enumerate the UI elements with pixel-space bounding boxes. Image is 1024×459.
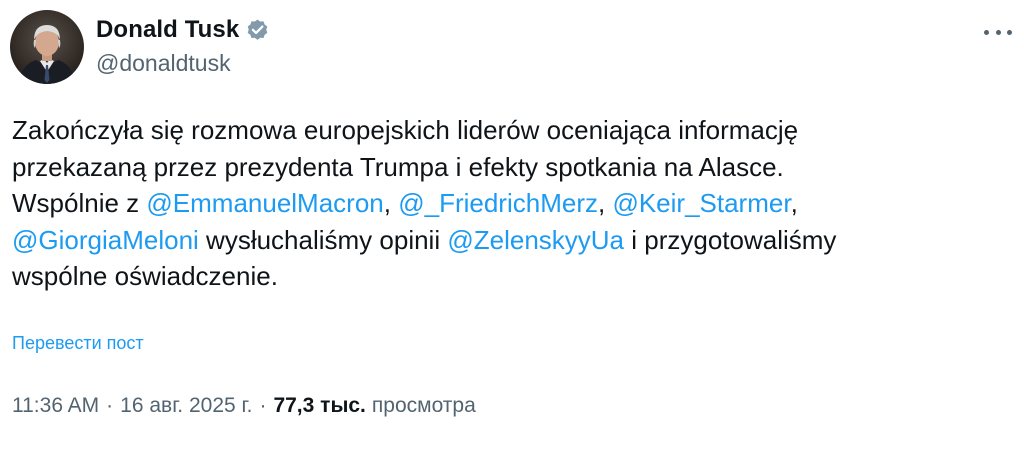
tweet-text-line: przekazaną przez prezydenta Trumpa i efe… [12, 151, 784, 182]
author-display-name[interactable]: Donald Tusk [96, 16, 239, 44]
tweet-text-line: wspólne oświadczenie. [12, 261, 278, 291]
text-fragment: , [383, 188, 399, 218]
views-label: просмотра [371, 394, 476, 417]
author-block: Donald Tusk @donaldtusk [96, 12, 270, 77]
tweet-text-line: Zakończyła się rozmowa europejskich lide… [12, 115, 799, 145]
text-fragment: , [790, 188, 798, 218]
name-row: Donald Tusk [96, 12, 270, 48]
mention-link[interactable]: @Keir_Starmer [612, 188, 790, 218]
author-handle[interactable]: @donaldtusk [96, 50, 270, 77]
tweet-text-line: @GiorgiaMeloni wysłuchaliśmy opinii @Zel… [12, 222, 1012, 259]
tweet-meta: 11:36 AM · 16 авг. 2025 г. · 77,3 тыс. п… [12, 394, 476, 418]
tweet-card: Donald Tusk @donaldtusk Zakończyła się r… [0, 0, 1024, 459]
text-fragment: wysłuchaliśmy opinii [198, 224, 448, 255]
views-count[interactable]: 77,3 тыс. [273, 394, 365, 418]
more-dot [995, 29, 1001, 35]
translate-post-link[interactable]: Перевести пост [12, 333, 144, 354]
verified-badge-icon[interactable] [245, 18, 270, 43]
meta-separator: · [106, 394, 114, 417]
tweet-text: Zakończyła się rozmowa europejskich lide… [12, 112, 1012, 295]
text-fragment: , [597, 188, 613, 218]
meta-separator: · [259, 394, 267, 417]
more-dot [984, 29, 989, 35]
avatar[interactable] [10, 10, 84, 84]
post-date[interactable]: 16 авг. 2025 г. [120, 394, 252, 418]
avatar-portrait-icon [10, 10, 84, 84]
more-options-icon[interactable] [984, 22, 1012, 42]
post-time[interactable]: 11:36 AM [12, 394, 99, 418]
more-dot [1007, 29, 1012, 35]
mention-link[interactable]: @ZelenskyyUa [447, 225, 624, 255]
text-fragment: Wspólnie z [12, 188, 147, 218]
mention-link[interactable]: @GiorgiaMeloni [12, 225, 199, 255]
mention-link[interactable]: @EmmanuelMacron [146, 188, 383, 218]
text-fragment: i przygotowaliśmy [624, 224, 837, 255]
tweet-text-line: Wspólnie z @EmmanuelMacron, @_FriedrichM… [12, 185, 1012, 222]
mention-link[interactable]: @_FriedrichMerz [398, 188, 598, 218]
